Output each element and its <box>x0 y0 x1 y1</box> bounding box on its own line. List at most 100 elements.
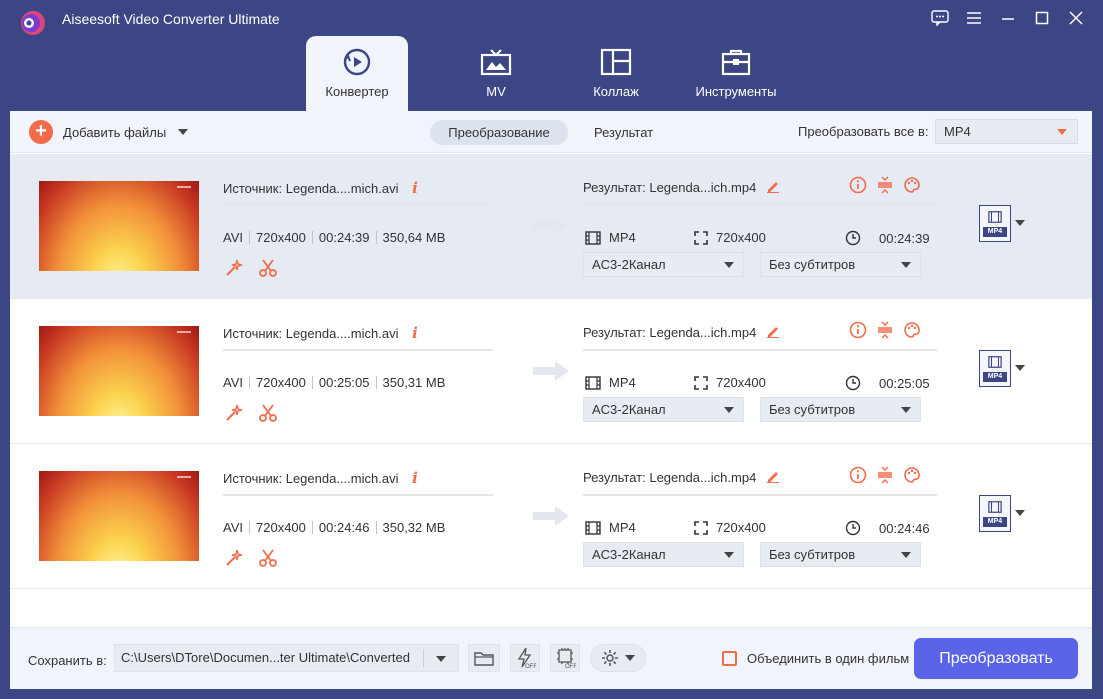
format-badge: MP4 <box>983 517 1007 527</box>
output-duration: 00:24:46 <box>845 520 930 536</box>
clock-icon <box>845 375 861 391</box>
feedback-button[interactable] <box>923 6 957 30</box>
info-circle-icon[interactable] <box>848 175 868 195</box>
output-path-select[interactable]: C:\Users\DTore\Documen...ter Ultimate\Co… <box>114 644 459 672</box>
film-icon <box>988 501 1002 513</box>
convert-all-value: MP4 <box>944 124 971 139</box>
convert-all-format-select[interactable]: MP4 <box>935 119 1078 144</box>
converter-icon <box>343 48 371 76</box>
output-format-value: MP4 <box>609 375 636 390</box>
edit-tools <box>224 258 292 278</box>
close-button[interactable] <box>1059 6 1093 30</box>
settings-button[interactable] <box>590 644 646 672</box>
video-thumbnail[interactable] <box>39 326 199 416</box>
output-resolution-value: 720x400 <box>716 520 766 535</box>
arrow-right-icon <box>533 361 569 381</box>
maximize-button[interactable] <box>1025 6 1059 30</box>
chevron-down-icon <box>724 262 734 268</box>
compress-icon[interactable] <box>875 465 895 485</box>
edit-tools <box>224 548 292 568</box>
minimize-button[interactable] <box>991 6 1025 30</box>
gpu-accel-button[interactable]: OFF <box>550 644 580 672</box>
palette-icon[interactable] <box>902 175 922 195</box>
info-icon[interactable]: i <box>412 179 418 197</box>
film-icon <box>988 211 1002 223</box>
tab-converter[interactable]: Конвертер <box>306 36 408 111</box>
file-row[interactable]: Источник: Legenda....mich.avi i AVI 720x… <box>10 444 1092 589</box>
convert-button[interactable]: Преобразовать <box>914 638 1078 679</box>
convert-all-label: Преобразовать все в: <box>798 124 929 139</box>
file-row[interactable]: Источник: Legenda....mich.avi i AVI 720x… <box>10 299 1092 444</box>
tab-tools[interactable]: Инструменты <box>676 36 796 111</box>
output-resolution-value: 720x400 <box>716 375 766 390</box>
chevron-down-icon[interactable] <box>1015 365 1025 371</box>
source-meta: AVI 720x400 00:25:05 350,31 MB <box>223 375 445 390</box>
hardware-accel-button[interactable]: OFF <box>510 644 540 672</box>
pencil-icon[interactable] <box>766 469 780 486</box>
compress-icon[interactable] <box>875 175 895 195</box>
chevron-down-icon <box>901 407 911 413</box>
film-icon <box>585 375 601 390</box>
subtitle-select[interactable]: Без субтитров <box>760 397 921 422</box>
pencil-icon[interactable] <box>766 179 780 196</box>
open-folder-button[interactable] <box>468 644 500 672</box>
title-bar: Aiseesoft Video Converter Ultimate <box>0 0 1103 36</box>
compress-icon[interactable] <box>875 320 895 340</box>
scissors-icon[interactable] <box>258 548 278 568</box>
video-thumbnail[interactable] <box>39 471 199 561</box>
source-size: 350,32 MB <box>382 520 446 535</box>
output-format-button[interactable]: MP4 <box>979 495 1011 532</box>
source-duration: 00:24:39 <box>318 230 370 245</box>
palette-icon[interactable] <box>902 465 922 485</box>
source-meta: AVI 720x400 00:24:46 350,32 MB <box>223 520 445 535</box>
info-icon[interactable]: i <box>412 324 418 342</box>
chat-icon <box>931 10 949 26</box>
audio-track-select[interactable]: AC3-2Канал <box>583 542 744 567</box>
file-row[interactable]: Источник: Legenda....mich.avi i AVI 720x… <box>10 154 1092 299</box>
source-duration: 00:25:05 <box>318 375 370 390</box>
subtitle-select[interactable]: Без субтитров <box>760 252 921 277</box>
tab-conversion[interactable]: Преобразование <box>430 120 568 145</box>
menu-button[interactable] <box>957 6 991 30</box>
merge-checkbox[interactable] <box>722 651 737 666</box>
audio-track-select[interactable]: AC3-2Канал <box>583 252 744 277</box>
gear-icon <box>602 650 618 666</box>
scissors-icon[interactable] <box>258 258 278 278</box>
tab-collage[interactable]: Коллаж <box>556 36 676 111</box>
chevron-down-icon[interactable] <box>1015 220 1025 226</box>
output-format-button[interactable]: MP4 <box>979 350 1011 387</box>
resize-icon <box>694 520 708 535</box>
output-format-button[interactable]: MP4 <box>979 205 1011 242</box>
chevron-down-icon[interactable] <box>1015 510 1025 516</box>
chevron-down-icon <box>625 655 635 661</box>
palette-icon[interactable] <box>902 320 922 340</box>
output-duration-value: 00:25:05 <box>879 375 930 391</box>
audio-track-select[interactable]: AC3-2Канал <box>583 397 744 422</box>
info-circle-icon[interactable] <box>848 320 868 340</box>
scissors-icon[interactable] <box>258 403 278 423</box>
source-info: Источник: Legenda....mich.avi i <box>223 469 418 487</box>
format-badge: MP4 <box>983 372 1007 382</box>
add-files-label: Добавить файлы <box>63 124 167 140</box>
add-files-button[interactable]: + Добавить файлы <box>29 120 189 144</box>
svg-text:OFF: OFF <box>565 664 576 669</box>
magic-wand-icon[interactable] <box>224 548 244 568</box>
tab-label: MV <box>486 84 506 99</box>
tab-mv[interactable]: MV <box>436 36 556 111</box>
pencil-icon[interactable] <box>766 324 780 341</box>
info-circle-icon[interactable] <box>848 465 868 485</box>
app-title: Aiseesoft Video Converter Ultimate <box>62 11 280 27</box>
merge-option[interactable]: Объединить в один фильм <box>722 651 909 666</box>
source-format: AVI <box>223 375 243 390</box>
chevron-down-icon[interactable] <box>178 129 189 135</box>
video-thumbnail[interactable] <box>39 181 199 271</box>
subtitle-select[interactable]: Без субтитров <box>760 542 921 567</box>
source-size: 350,64 MB <box>382 230 446 245</box>
info-icon[interactable]: i <box>412 469 418 487</box>
tab-result[interactable]: Результат <box>594 120 653 145</box>
lightning-off-icon: OFF <box>517 647 536 669</box>
magic-wand-icon[interactable] <box>224 403 244 423</box>
magic-wand-icon[interactable] <box>224 258 244 278</box>
chevron-down-icon <box>724 552 734 558</box>
audio-track-value: AC3-2Канал <box>592 547 666 562</box>
